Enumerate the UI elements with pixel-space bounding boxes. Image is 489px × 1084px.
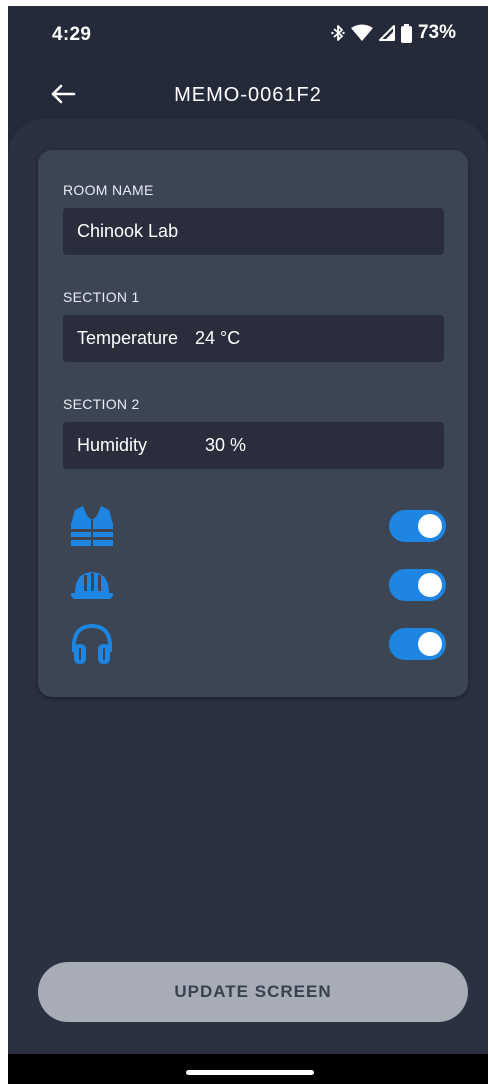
toggle-knob xyxy=(418,573,442,597)
phone-screen: 4:29 73% MEMO-0061F2 ROOM NAME Chinook L… xyxy=(8,6,488,1084)
ear-protection-toggle[interactable] xyxy=(389,628,446,660)
ear-protection-icon xyxy=(69,622,115,666)
page-title: MEMO-0061F2 xyxy=(174,84,322,106)
section2-name: Humidity xyxy=(77,435,148,455)
hard-hat-icon xyxy=(69,563,115,607)
status-bar: 4:29 73% xyxy=(8,6,488,58)
safety-vest-icon xyxy=(69,504,115,548)
section1-label: SECTION 1 xyxy=(63,289,140,305)
ppe-row-vest xyxy=(63,504,446,548)
hard-hat-toggle[interactable] xyxy=(389,569,446,601)
section1-name: Temperature xyxy=(77,328,179,348)
status-time: 4:29 xyxy=(52,24,92,45)
bluetooth-icon xyxy=(331,24,345,42)
section1-field[interactable]: Temperature 24 °C xyxy=(63,315,444,362)
room-name-label: ROOM NAME xyxy=(63,182,154,198)
section2-label: SECTION 2 xyxy=(63,396,140,412)
section1-value: 24 °C xyxy=(195,328,241,348)
settings-card: ROOM NAME Chinook Lab SECTION 1 Temperat… xyxy=(38,150,468,697)
home-indicator[interactable] xyxy=(186,1070,314,1075)
app-header: MEMO-0061F2 xyxy=(8,66,488,122)
room-name-input[interactable]: Chinook Lab xyxy=(63,208,444,255)
section2-field[interactable]: Humidity 30 % xyxy=(63,422,444,469)
toggle-knob xyxy=(418,514,442,538)
wifi-icon xyxy=(350,24,373,42)
update-screen-button[interactable]: UPDATE SCREEN xyxy=(38,962,468,1022)
status-icons: 73% xyxy=(331,22,456,44)
vest-toggle[interactable] xyxy=(389,510,446,542)
navigation-bar xyxy=(8,1054,488,1084)
toggle-knob xyxy=(418,632,442,656)
room-name-value: Chinook Lab xyxy=(77,221,179,241)
content-sheet: ROOM NAME Chinook Lab SECTION 1 Temperat… xyxy=(8,119,488,1069)
signal-icon xyxy=(378,25,395,41)
ppe-row-ear-protection xyxy=(63,622,446,666)
battery-icon xyxy=(400,23,412,43)
section2-value: 30 % xyxy=(205,435,247,455)
ppe-row-hard-hat xyxy=(63,563,446,607)
battery-percent: 73% xyxy=(417,22,456,43)
